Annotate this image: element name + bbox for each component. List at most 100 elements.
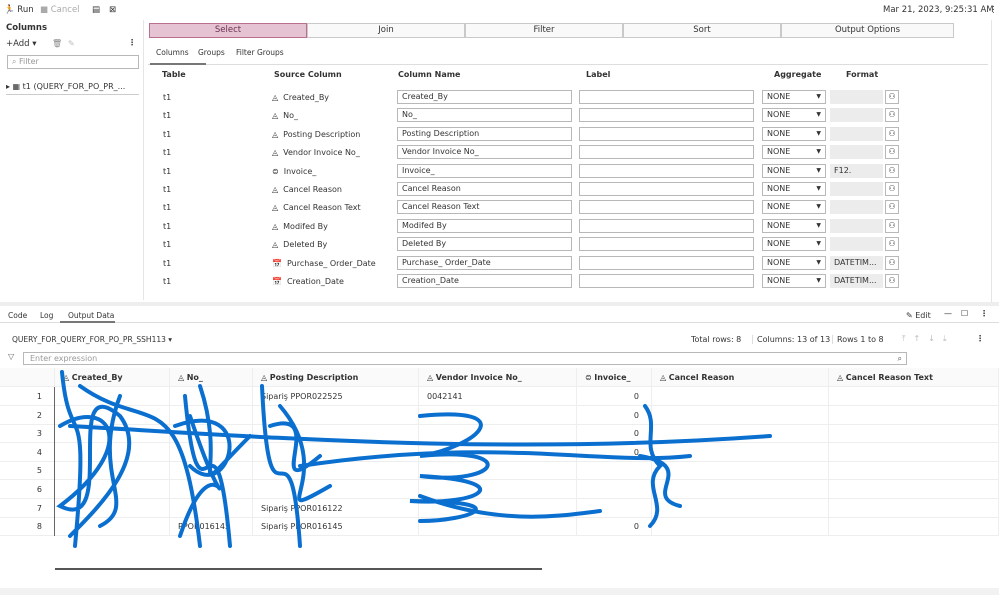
export-icon[interactable]: ⊠ bbox=[109, 5, 116, 15]
label-input[interactable] bbox=[579, 163, 754, 178]
header-source: Source Column bbox=[274, 70, 342, 79]
label-input[interactable] bbox=[579, 182, 754, 196]
format-field[interactable] bbox=[830, 145, 883, 160]
chevron-down-icon: ▼ bbox=[816, 221, 821, 229]
tab-output-options[interactable]: Output Options bbox=[781, 23, 954, 38]
aggregate-select[interactable]: NONE ▼ bbox=[762, 274, 826, 288]
table-cell: t1 bbox=[163, 240, 172, 250]
run-button[interactable]: 🏃 Run bbox=[4, 5, 34, 15]
aggregate-select[interactable]: NONE ▼ bbox=[762, 200, 826, 215]
source-column: ◬ Posting Description bbox=[272, 130, 360, 139]
aggregate-select[interactable]: NONE ▼ bbox=[762, 237, 826, 252]
cancel-button[interactable]: ■ Cancel bbox=[40, 5, 80, 15]
column-name-input[interactable]: Creation_Date bbox=[397, 274, 572, 288]
format-picker-button[interactable]: ⚇ bbox=[885, 126, 899, 141]
format-picker-button[interactable]: ⚇ bbox=[885, 90, 899, 104]
delete-icon[interactable]: 🗑 bbox=[52, 39, 62, 48]
format-field[interactable]: F12. bbox=[830, 163, 883, 178]
format-picker-button[interactable]: ⚇ bbox=[885, 255, 899, 270]
date-type-icon: 📅 bbox=[272, 277, 282, 286]
column-name-input[interactable]: No_ bbox=[397, 108, 572, 123]
query-panel: Select Join Filter Sort Output Options Colum… bbox=[148, 20, 999, 302]
format-picker-button[interactable]: ⚇ bbox=[885, 163, 899, 178]
format-picker-button[interactable]: ⚇ bbox=[885, 237, 899, 252]
label-input[interactable] bbox=[579, 274, 754, 288]
tab-filter[interactable]: Filter bbox=[465, 23, 623, 38]
column-name-input[interactable]: Cancel Reason bbox=[397, 182, 572, 196]
subtab-filter-groups[interactable]: Filter Groups bbox=[236, 48, 284, 57]
column-name-input[interactable]: Cancel Reason Text bbox=[397, 200, 572, 215]
source-label: No_ bbox=[283, 111, 299, 121]
column-name-input[interactable]: Invoice_ bbox=[397, 163, 572, 178]
format-picker-button[interactable]: ⚇ bbox=[885, 218, 899, 233]
header-label: Label bbox=[586, 70, 611, 79]
format-field[interactable] bbox=[830, 182, 883, 196]
scrollbar[interactable] bbox=[991, 20, 992, 302]
subtab-columns[interactable]: Columns bbox=[156, 48, 189, 57]
tab-select[interactable]: Select bbox=[149, 23, 307, 38]
label-input[interactable] bbox=[579, 108, 754, 123]
save-icon[interactable]: ▤ bbox=[92, 5, 100, 15]
column-row: t1 📅 Creation_Date Creation_Date NONE ▼ DATETI… bbox=[148, 273, 999, 291]
format-field[interactable] bbox=[830, 237, 883, 252]
format-field[interactable] bbox=[830, 108, 883, 123]
chevron-down-icon: ▼ bbox=[816, 166, 821, 174]
aggregate-select[interactable]: NONE ▼ bbox=[762, 90, 826, 104]
table-cell: t1 bbox=[163, 93, 172, 102]
edit-icon[interactable]: ✎ bbox=[68, 39, 75, 48]
format-field[interactable]: DATETIM... bbox=[830, 274, 883, 288]
column-name-input[interactable]: Deleted By bbox=[397, 237, 572, 252]
status-bar bbox=[0, 588, 999, 595]
format-field[interactable] bbox=[830, 126, 883, 141]
column-row: t1 ◬ Modifed By Modifed By NONE ▼ ⚇ bbox=[148, 218, 999, 236]
format-picker-button[interactable]: ⚇ bbox=[885, 274, 899, 288]
tab-join[interactable]: Join bbox=[307, 23, 465, 38]
format-picker-button[interactable]: ⚇ bbox=[885, 182, 899, 196]
column-row: t1 ◬ Posting Description Posting Descriptio… bbox=[148, 126, 999, 144]
more-icon[interactable]: ⋮ bbox=[989, 5, 998, 15]
filter-input[interactable]: ⌕ Filter bbox=[7, 55, 139, 69]
label-input[interactable] bbox=[579, 126, 754, 141]
num-type-icon: ⊜ bbox=[272, 166, 279, 176]
format-picker-button[interactable]: ⚇ bbox=[885, 108, 899, 123]
source-column: 📅 Purchase_ Order_Date bbox=[272, 259, 376, 268]
column-name-input[interactable]: Posting Description bbox=[397, 126, 572, 141]
label-input[interactable] bbox=[579, 90, 754, 104]
label-input[interactable] bbox=[579, 218, 754, 233]
label-input[interactable] bbox=[579, 255, 754, 270]
tree-item-t1[interactable]: ▸ ▦ t1 (QUERY_FOR_PO_PR_... bbox=[6, 82, 139, 95]
format-field[interactable] bbox=[830, 200, 883, 215]
tab-sort[interactable]: Sort bbox=[623, 23, 781, 38]
column-name-input[interactable]: Modifed By bbox=[397, 218, 572, 233]
chevron-down-icon: ▼ bbox=[816, 258, 821, 266]
add-button[interactable]: +Add ▾ bbox=[6, 39, 37, 49]
aggregate-select[interactable]: NONE ▼ bbox=[762, 163, 826, 178]
column-row: t1 ◬ Created_By Created_By NONE ▼ ⚇ bbox=[148, 89, 999, 107]
aggregate-select[interactable]: NONE ▼ bbox=[762, 255, 826, 270]
format-picker-button[interactable]: ⚇ bbox=[885, 145, 899, 160]
subtab-groups[interactable]: Groups bbox=[198, 48, 225, 57]
table-cell: t1 bbox=[163, 111, 172, 121]
aggregate-select[interactable]: NONE ▼ bbox=[762, 182, 826, 196]
aggregate-select[interactable]: NONE ▼ bbox=[762, 145, 826, 160]
chevron-down-icon: ▼ bbox=[816, 185, 821, 192]
aggregate-select[interactable]: NONE ▼ bbox=[762, 108, 826, 123]
label-input[interactable] bbox=[579, 145, 754, 160]
aggregate-select[interactable]: NONE ▼ bbox=[762, 126, 826, 141]
label-input[interactable] bbox=[579, 237, 754, 252]
format-picker-button[interactable]: ⚇ bbox=[885, 200, 899, 215]
format-field[interactable]: DATETIM... bbox=[830, 255, 883, 270]
label-input[interactable] bbox=[579, 200, 754, 215]
format-field[interactable] bbox=[830, 218, 883, 233]
column-name-input[interactable]: Vendor Invoice No_ bbox=[397, 145, 572, 160]
aggregate-value: NONE bbox=[767, 147, 791, 157]
panel-title: Columns bbox=[6, 23, 48, 33]
table-cell: t1 bbox=[163, 221, 172, 231]
column-row: t1 ◬ Cancel Reason Text Cancel Reason Text N… bbox=[148, 199, 999, 217]
more-icon[interactable]: ⋮ bbox=[128, 38, 136, 47]
format-field[interactable] bbox=[830, 90, 883, 104]
table-cell: t1 bbox=[163, 185, 172, 194]
aggregate-select[interactable]: NONE ▼ bbox=[762, 218, 826, 233]
column-name-input[interactable]: Purchase_ Order_Date bbox=[397, 255, 572, 270]
column-name-input[interactable]: Created_By bbox=[397, 90, 572, 104]
